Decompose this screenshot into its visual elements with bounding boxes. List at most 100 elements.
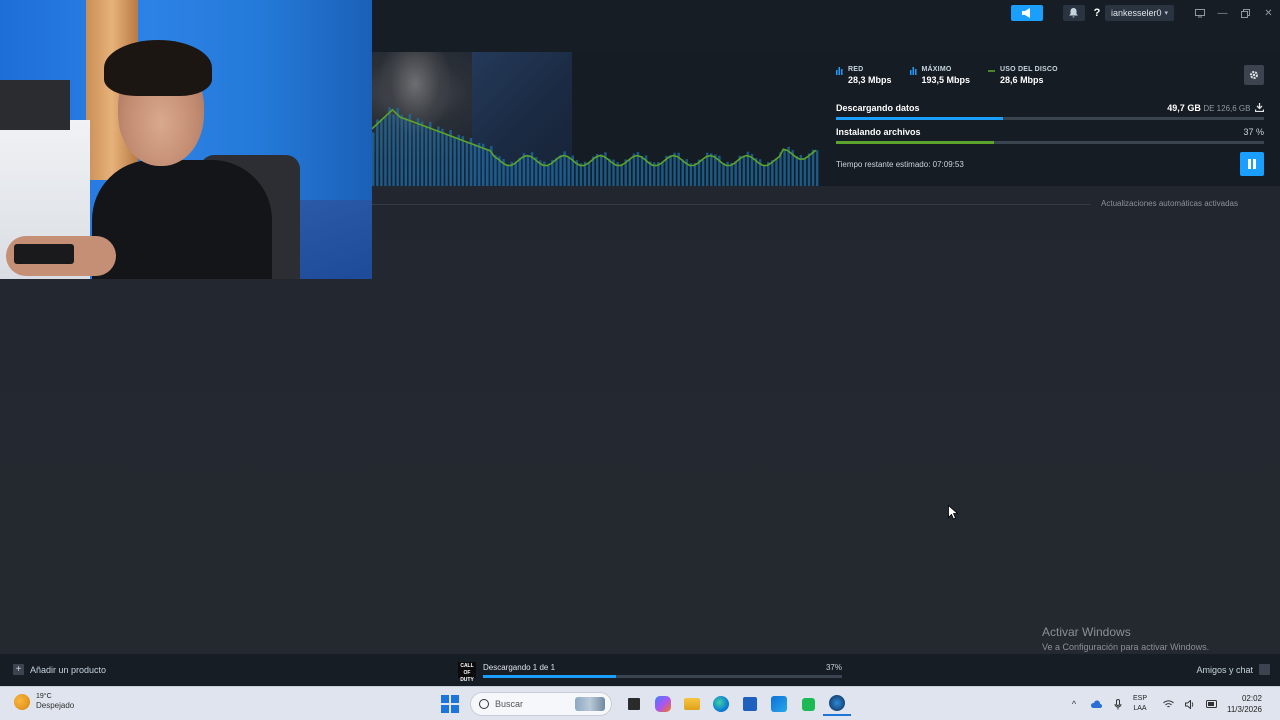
minimize-icon: —	[1217, 7, 1228, 19]
download-icon	[1254, 103, 1265, 113]
network-graph-bar	[453, 137, 456, 186]
network-graph-bar	[514, 161, 517, 186]
installing-label: Instalando archivos	[836, 127, 921, 137]
maximize-icon	[1241, 8, 1250, 18]
system-tray: ^ ESP LAA 02:02 11/3/2026	[1067, 691, 1280, 717]
network-graph-bar	[477, 142, 481, 186]
network-graph-bar	[742, 156, 746, 186]
steam-icon	[829, 695, 845, 711]
download-status-fill	[483, 675, 616, 678]
network-graph-bar	[783, 149, 786, 186]
onedrive-icon[interactable]	[1089, 697, 1103, 711]
webcam-person-body	[92, 160, 272, 279]
taskbar-app-folder[interactable]	[678, 692, 706, 716]
network-graph-bar	[420, 121, 424, 186]
download-amount: 49,7 GB DE 126,6 GB	[1167, 103, 1265, 113]
download-settings-button[interactable]	[1244, 65, 1264, 85]
network-graph-bar	[811, 149, 815, 186]
maximize-button[interactable]	[1234, 5, 1257, 21]
auto-updates-status: Actualizaciones automáticas activadas	[1101, 199, 1238, 208]
network-graph-bar	[486, 149, 489, 186]
download-status-bar	[483, 675, 842, 678]
taskbar-app-file-explorer[interactable]	[620, 692, 648, 716]
volume-icon[interactable]	[1183, 697, 1197, 711]
announcements-button[interactable]	[1010, 5, 1043, 21]
bell-icon	[1069, 8, 1079, 18]
network-graph-bar	[710, 153, 713, 186]
download-progress-row: Descargando datos 49,7 GB DE 126,6 GB	[836, 103, 1265, 120]
friends-chat-button[interactable]: Amigos y chat	[1196, 664, 1270, 675]
network-graph-bar	[522, 153, 526, 186]
network-graph-bar	[429, 121, 432, 186]
network-graph-bar	[567, 156, 570, 186]
windows-logo-tile	[441, 705, 449, 713]
taskbar-app-outlook[interactable]	[765, 692, 793, 716]
stat-network: RED 28,3 Mbps	[836, 66, 892, 85]
network-graph-bar	[673, 152, 676, 186]
start-button[interactable]	[440, 694, 460, 714]
download-status[interactable]: CALL OF DUTY Descargando 1 de 1 37%	[458, 662, 844, 683]
store-icon	[743, 697, 757, 711]
network-graph-bar	[795, 156, 799, 186]
minimize-button[interactable]: —	[1211, 5, 1234, 21]
bar-chart-icon	[909, 67, 917, 75]
taskbar-app-spotify[interactable]	[794, 692, 822, 716]
close-button[interactable]: ✕	[1257, 5, 1280, 21]
language-code: ESP	[1132, 695, 1147, 702]
download-header: RED 28,3 Mbps MÁXIMO 193,5 Mbps USO DEL …	[372, 52, 1280, 186]
section-divider	[372, 204, 1090, 205]
megaphone-icon	[1021, 8, 1030, 18]
pause-button[interactable]	[1240, 152, 1264, 176]
taskbar-clock[interactable]: 02:02 11/3/2026	[1227, 693, 1262, 715]
network-graph-bar	[681, 159, 684, 186]
taskbar-app-edge[interactable]	[707, 692, 735, 716]
language-indicator[interactable]: ESP LAA	[1133, 694, 1147, 714]
weather-widget[interactable]: 19°C Despejado	[14, 693, 74, 710]
network-graph-bar	[762, 164, 766, 186]
network-graph-bar	[416, 118, 420, 186]
network-graph-bar	[526, 156, 530, 186]
network-graph-bar	[392, 114, 395, 186]
stat-max-label: MÁXIMO	[921, 66, 952, 73]
network-graph-bar	[608, 158, 611, 186]
add-product-button[interactable]: + Añadir un producto	[13, 664, 106, 675]
network-graph-bar	[803, 157, 807, 186]
line-legend-icon	[988, 70, 996, 72]
network-graph-bar	[730, 162, 733, 186]
clock-time: 02:02	[1241, 694, 1262, 703]
notifications-button[interactable]	[1062, 5, 1085, 21]
stat-disk-label: USO DEL DISCO	[1000, 66, 1058, 73]
network-graph-bar	[400, 114, 403, 186]
steam-status-bar: + Añadir un producto CALL OF DUTY Descar…	[0, 654, 1280, 686]
network-graph-bar	[632, 153, 636, 186]
install-progress-bar	[836, 141, 1264, 144]
taskbar-app-store[interactable]	[736, 692, 764, 716]
username-label: iankesseler0	[1110, 8, 1162, 18]
network-graph-bar	[815, 150, 819, 186]
chevron-up-icon[interactable]: ^	[1067, 697, 1081, 711]
microphone-icon[interactable]	[1111, 697, 1125, 711]
network-graph-bar	[771, 160, 774, 186]
webcam-phone	[14, 244, 74, 264]
network-graph-bar	[494, 154, 497, 186]
network-graph-bar	[693, 162, 697, 186]
user-menu[interactable]: iankesseler0 ▾	[1104, 5, 1174, 21]
search-highlight-image	[575, 697, 605, 711]
network-graph-bar	[579, 163, 583, 186]
big-picture-button[interactable]	[1188, 5, 1211, 21]
game-logo-icon: CALL OF DUTY	[458, 662, 476, 683]
help-button[interactable]: ?	[1091, 7, 1103, 19]
plus-icon: +	[13, 664, 24, 675]
edge-icon	[713, 696, 729, 712]
wifi-icon[interactable]	[1161, 697, 1175, 711]
network-graph-bar	[481, 143, 485, 186]
taskbar-search[interactable]: Buscar	[470, 692, 612, 716]
clock-date: 11/3/2026	[1227, 705, 1262, 714]
downloaded-amount: 49,7 GB	[1167, 103, 1201, 113]
network-graph-bar	[404, 117, 408, 186]
taskbar-app-steam[interactable]	[823, 692, 851, 716]
battery-icon[interactable]	[1205, 697, 1219, 711]
taskbar-app-copilot[interactable]	[649, 692, 677, 716]
download-progress-fill	[836, 117, 1003, 120]
network-graph-bar	[506, 164, 509, 186]
